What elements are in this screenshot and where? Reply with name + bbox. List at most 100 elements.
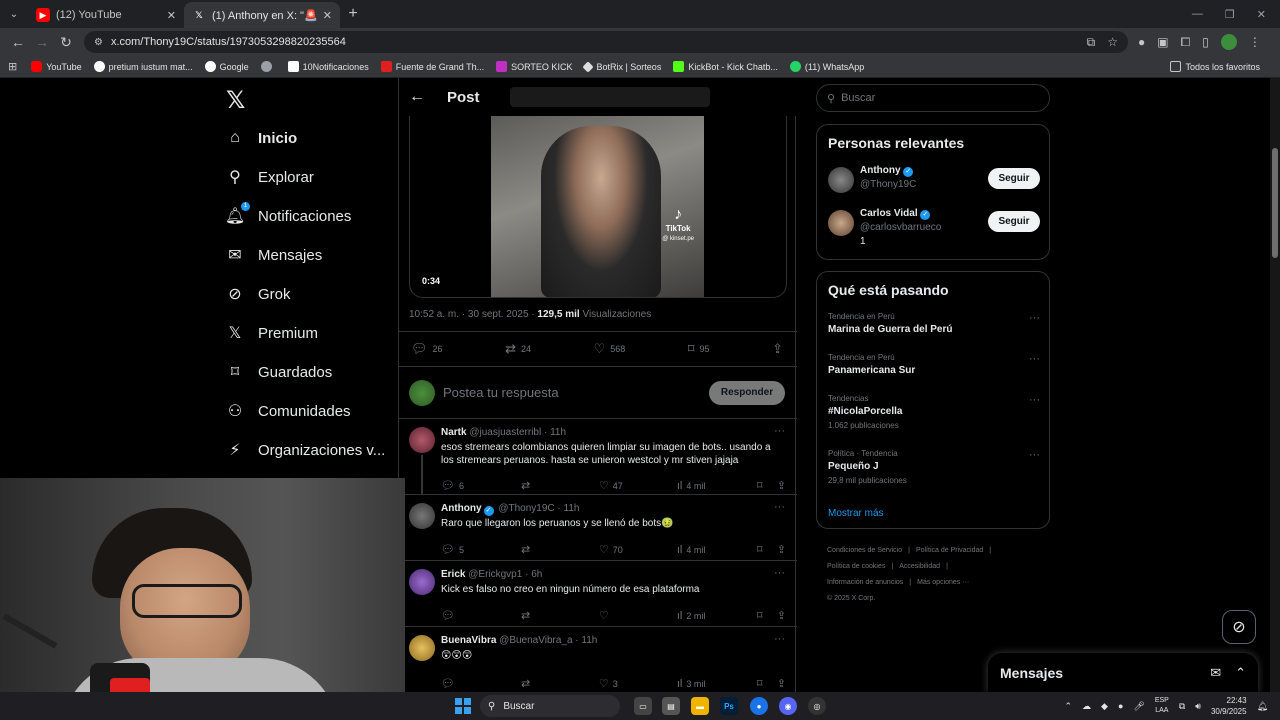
views-button[interactable]: ıl 4 mil	[677, 544, 757, 556]
scrollbar-thumb[interactable]	[1272, 148, 1278, 258]
avatar[interactable]	[409, 427, 435, 453]
extensions-puzzle-icon[interactable]: ⧠	[1181, 35, 1191, 50]
nav-item-notifications[interactable]: 🔔︎ 1 Notificaciones	[225, 202, 351, 225]
new-message-icon[interactable]: ✉	[1210, 665, 1221, 681]
reply-author[interactable]: Erick	[441, 569, 465, 580]
chrome-icon[interactable]: ●	[750, 697, 768, 715]
avatar[interactable]	[409, 635, 435, 661]
star-icon[interactable]: ☆	[1107, 35, 1118, 49]
sidebar-icon[interactable]: ▯	[1202, 35, 1209, 49]
bookmark-item[interactable]: YouTube	[31, 61, 82, 72]
network-icon[interactable]: ⧉	[1179, 701, 1185, 712]
bookmark-button[interactable]: ⌑	[757, 543, 777, 556]
back-icon[interactable]: ←	[6, 30, 30, 54]
like-button[interactable]: ♡	[599, 609, 677, 622]
cloud-icon[interactable]: ☁	[1082, 701, 1091, 712]
grok-fab-button[interactable]: ⊘	[1222, 610, 1256, 644]
taskbar-search[interactable]: ⚲ Buscar	[480, 695, 620, 717]
user-row[interactable]: Anthony ✓ @Thony19C Seguir	[828, 163, 1040, 199]
obs-icon[interactable]: ◎	[808, 697, 826, 715]
back-arrow-icon[interactable]: ←	[409, 88, 425, 106]
bookmark-item[interactable]: Google	[204, 61, 249, 72]
address-bar[interactable]: ⚙ x.com/Thony19C/status/1973053298820235…	[84, 31, 1128, 53]
bookmark-button[interactable]: ⌑ 95	[688, 341, 710, 357]
footer-link[interactable]: Política de Privacidad	[916, 547, 983, 554]
bookmark-item[interactable]: SORTEO KICK	[496, 61, 572, 72]
post-time[interactable]: 10:52 a. m. · 30 sept. 2025 ·	[409, 309, 535, 320]
reply-input[interactable]: Postea tu respuesta	[443, 385, 709, 400]
reply-item[interactable]: Erick @Erickgvp1 · 6h ··· Kick es falso …	[399, 561, 797, 627]
more-options-icon[interactable]: ···	[774, 425, 785, 437]
repost-button[interactable]: ⇄ 24	[505, 341, 531, 357]
profile-avatar[interactable]	[1220, 34, 1237, 50]
language-indicator[interactable]: ESP LAA	[1155, 696, 1169, 716]
taskbar-clock[interactable]: 22:43 30/9/2025	[1211, 695, 1247, 717]
task-view-icon[interactable]: ▭	[634, 697, 652, 715]
bookmark-item[interactable]: KickBot - Kick Chatb...	[673, 61, 778, 72]
minimize-icon[interactable]: —	[1192, 8, 1203, 21]
new-tab-button[interactable]: +	[340, 5, 366, 23]
trend-item[interactable]: Política · Tendencia Pequeño J 29,8 mil …	[828, 449, 1040, 485]
views-button[interactable]: ıl 2 mil	[677, 610, 757, 622]
nav-item-bookmarks[interactable]: ⌑ Guardados	[226, 363, 332, 382]
repost-button[interactable]: ⇄	[521, 543, 599, 556]
avatar[interactable]	[409, 569, 435, 595]
reply-item[interactable]: BuenaVibra @BuenaVibra_a · 11h ··· 😲😲😲 💬…	[399, 627, 797, 692]
trend-item[interactable]: Tendencia en Perú Marina de Guerra del P…	[828, 312, 1040, 335]
file-explorer-icon[interactable]: ▬	[691, 697, 709, 715]
nav-item-organizations[interactable]: ⚡︎ Organizaciones v...	[226, 441, 385, 460]
extension-icon[interactable]: ▣	[1157, 35, 1168, 49]
more-options-icon[interactable]: ···	[1029, 394, 1040, 406]
share-button[interactable]: ⇪	[777, 609, 786, 622]
share-button[interactable]: ⇪	[777, 677, 786, 690]
search-input[interactable]: ⚲ Buscar	[816, 84, 1050, 112]
tray-chevron-icon[interactable]: ⌃	[1065, 701, 1073, 712]
reply-button[interactable]: 💬︎ 6	[441, 479, 521, 492]
apps-grid-icon[interactable]: ⊞	[8, 60, 17, 73]
more-options-icon[interactable]: ···	[1029, 353, 1040, 365]
restore-icon[interactable]: ❐	[1225, 8, 1235, 21]
more-options-icon[interactable]: ···	[774, 633, 785, 645]
bookmark-button[interactable]: ⌑	[757, 609, 777, 622]
follow-button[interactable]: Seguir	[988, 211, 1040, 232]
menu-kebab-icon[interactable]: ⋮	[1249, 35, 1261, 49]
nav-item-home[interactable]: ⌂ Inicio	[226, 129, 297, 147]
app-icon[interactable]: ▤	[662, 697, 680, 715]
follow-button[interactable]: Seguir	[988, 168, 1040, 189]
nav-item-premium[interactable]: 𝕏 Premium	[226, 324, 318, 343]
video-player[interactable]: ♪ TikTok @ kinset.pe	[491, 116, 704, 297]
bookmark-item[interactable]: (11) WhatsApp	[789, 61, 864, 72]
footer-link[interactable]: Política de cookies	[827, 563, 885, 570]
share-button[interactable]: ⇪	[772, 341, 783, 357]
bookmark-item[interactable]: pretium iustum mat...	[93, 61, 193, 72]
close-tab-icon[interactable]: ✕	[323, 9, 332, 22]
tray-app-icon[interactable]: ●	[1118, 701, 1123, 711]
reply-item[interactable]: Nartk @juasjuasterribl · 11h ··· esos st…	[399, 419, 797, 495]
avatar[interactable]	[828, 210, 854, 236]
bookmark-item[interactable]: 10Notificaciones	[287, 61, 369, 72]
notifications-icon[interactable]: 🔔︎	[1257, 701, 1268, 712]
reply-item[interactable]: Anthony ✓ @Thony19C · 11h ··· Raro que ll…	[399, 495, 797, 561]
reply-button[interactable]: 💬︎ 26	[411, 341, 443, 357]
messages-drawer[interactable]: Mensajes ✉ ⌃	[988, 653, 1258, 692]
bookmark-item[interactable]	[260, 61, 276, 72]
share-button[interactable]: ⇪	[777, 479, 786, 492]
tab-search-icon[interactable]: ⌄	[0, 0, 28, 28]
reply-author[interactable]: BuenaVibra	[441, 635, 496, 646]
nav-item-grok[interactable]: ⊘ Grok	[226, 285, 290, 304]
bookmark-button[interactable]: ⌑	[757, 479, 777, 492]
views-button[interactable]: ıl 3 mil	[677, 678, 757, 690]
nav-item-communities[interactable]: ⚇ Comunidades	[226, 402, 351, 421]
like-button[interactable]: ♡ 568	[594, 341, 626, 357]
all-bookmarks[interactable]: Todos los favoritos	[1170, 61, 1260, 72]
windows-start-icon[interactable]	[455, 698, 471, 714]
volume-icon[interactable]: 🔊︎	[1195, 701, 1201, 712]
reply-button[interactable]: 💬︎	[441, 609, 521, 622]
x-logo-icon[interactable]: 𝕏	[226, 86, 245, 115]
tray-app-icon[interactable]: ◆	[1101, 701, 1108, 712]
footer-link[interactable]: Información de anuncios	[827, 579, 903, 586]
repost-button[interactable]: ⇄	[521, 609, 599, 622]
bookmark-item[interactable]: Fuente de Grand Th...	[380, 61, 484, 72]
page-scrollbar[interactable]	[1270, 78, 1280, 692]
user-name[interactable]: Anthony ✓	[860, 165, 914, 177]
